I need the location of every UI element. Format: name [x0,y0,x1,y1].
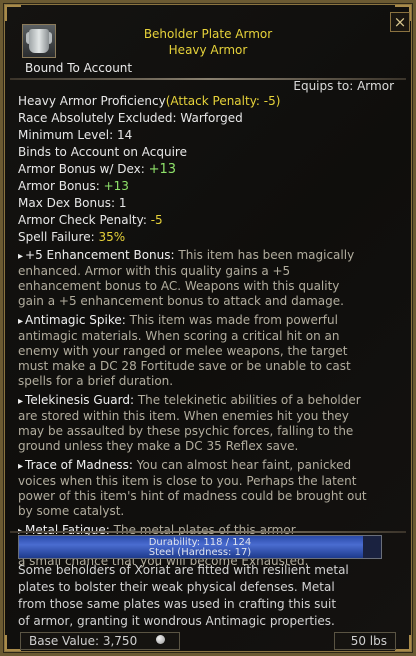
effect-line: spells for a brief duration. [18,374,402,389]
effect-line: enhancement bonus to AC. Weapons with th… [18,279,402,294]
equip-slot: Equips to: Armor [293,79,394,93]
bullet-icon: ▸ [18,251,24,262]
frame-corner-ornament [395,635,411,651]
race-exclusion: Race Absolutely Excluded: Warforged [18,111,243,125]
effect-line: may be assaulted by these psychic forces… [18,424,402,439]
armor-bonus: Armor Bonus: +13 [18,179,129,193]
lore-text: Some beholders of Xoriat are fitted with… [18,562,402,630]
effect-text: power of this item's hint of madness cou… [18,489,367,503]
armor-check-penalty: Armor Check Penalty: -5 [18,213,163,227]
effect-entry: ▸ Antimagic Spike: This item was made fro… [18,313,402,389]
bullet-icon: ▸ [18,396,24,407]
item-subtitle: Heavy Armor [168,43,248,57]
effect-text: are stored within this item. When enemie… [18,409,349,423]
effect-text: spells for a brief duration. [18,374,174,388]
effect-line: gain a +5 enhancement bonus to attack an… [18,294,402,309]
spell-failure: Spell Failure: 35% [18,230,126,244]
bound-status: Bound To Account [25,61,133,75]
bullet-icon: ▸ [18,316,24,327]
effect-entry: ▸ Telekinesis Guard: The telekinetic abil… [18,393,402,454]
effect-line: must make a DC 28 Fortitude save or be u… [18,359,402,374]
effect-text: ground unless they make a DC 35 Reflex s… [18,439,299,453]
effect-text: This item was made from powerful [125,313,338,327]
effect-text: must make a DC 28 Fortitude save or be u… [18,359,351,373]
effect-name[interactable]: Telekinesis Guard: [25,393,134,407]
frame-corner-ornament [5,635,21,651]
effect-text: enemy with your ranged or melee weapons,… [18,344,348,358]
effect-text: The telekinetic abilities of a beholder [134,393,361,407]
effect-text: This item has been magically [174,248,355,262]
tooltip-footer: Base Value: 3,750 50 lbs [20,632,396,650]
effect-line: power of this item's hint of madness cou… [18,489,402,504]
effect-text: voices when this item is close to you. P… [18,474,357,488]
effect-name[interactable]: +5 Enhancement Bonus: [25,248,175,262]
effect-text: enhancement bonus to AC. Weapons with th… [18,279,340,293]
effect-text: antimagic materials. When scoring a crit… [18,329,340,343]
effect-line: enemy with your ranged or melee weapons,… [18,344,402,359]
effect-line: ▸ Trace of Madness: You can almost hear f… [18,458,402,474]
effect-entry: ▸ +5 Enhancement Bonus: This item has bee… [18,248,402,309]
proficiency-line: Heavy Armor Proficiency(Attack Penalty: … [18,94,281,108]
effect-name[interactable]: Antimagic Spike: [25,313,126,327]
effects-list: ▸ +5 Enhancement Bonus: This item has bee… [18,248,402,569]
effect-line: by some catalyst. [18,504,402,519]
lore-line: from those same plates was used in craft… [18,597,337,611]
effect-line: enhanced. Armor with this quality gains … [18,264,402,279]
coin-icon [156,635,165,644]
effect-name[interactable]: Trace of Madness: [25,458,133,472]
effect-line: ▸ Antimagic Spike: This item was made fro… [18,313,402,329]
divider [10,531,406,533]
effect-line: ground unless they make a DC 35 Reflex s… [18,439,402,454]
minimum-level: Minimum Level: 14 [18,128,133,142]
effect-line: antimagic materials. When scoring a crit… [18,329,402,344]
frame-corner-ornament [5,5,21,21]
material-text: Steel (Hardness: 17) [148,547,252,558]
item-title: Beholder Plate Armor [143,27,273,41]
lore-line: plates to bolster their weak physical de… [18,580,335,594]
effect-line: ▸ Telekinesis Guard: The telekinetic abil… [18,393,402,409]
effect-line: are stored within this item. When enemie… [18,409,402,424]
durability-bar: Durability: 118 / 124 Steel (Hardness: 1… [18,535,382,559]
lore-line: Some beholders of Xoriat are fitted with… [18,563,349,577]
effect-text: gain a +5 enhancement bonus to attack an… [18,294,344,308]
lore-line: of armor, granting it wondrous Antimagic… [18,614,335,628]
effect-line: voices when this item is close to you. P… [18,474,402,489]
item-weight: 50 lbs [334,632,396,650]
bullet-icon: ▸ [18,461,24,472]
effect-text: may be assaulted by these psychic forces… [18,424,354,438]
effect-line: ▸ +5 Enhancement Bonus: This item has bee… [18,248,402,264]
max-dex-bonus: Max Dex Bonus: 1 [18,196,127,210]
effect-text: enhanced. Armor with this quality gains … [18,264,291,278]
attack-penalty: (Attack Penalty: -5) [165,94,281,108]
stats-panel: Heavy Armor Proficiency(Attack Penalty: … [18,93,402,573]
bind-rule: Binds to Account on Acquire [18,145,187,159]
effect-entry: ▸ Trace of Madness: You can almost hear f… [18,458,402,519]
effect-text: You can almost hear faint, panicked [132,458,352,472]
armor-bonus-dex: Armor Bonus w/ Dex: +13 [18,162,177,177]
effect-text: by some catalyst. [18,504,125,518]
